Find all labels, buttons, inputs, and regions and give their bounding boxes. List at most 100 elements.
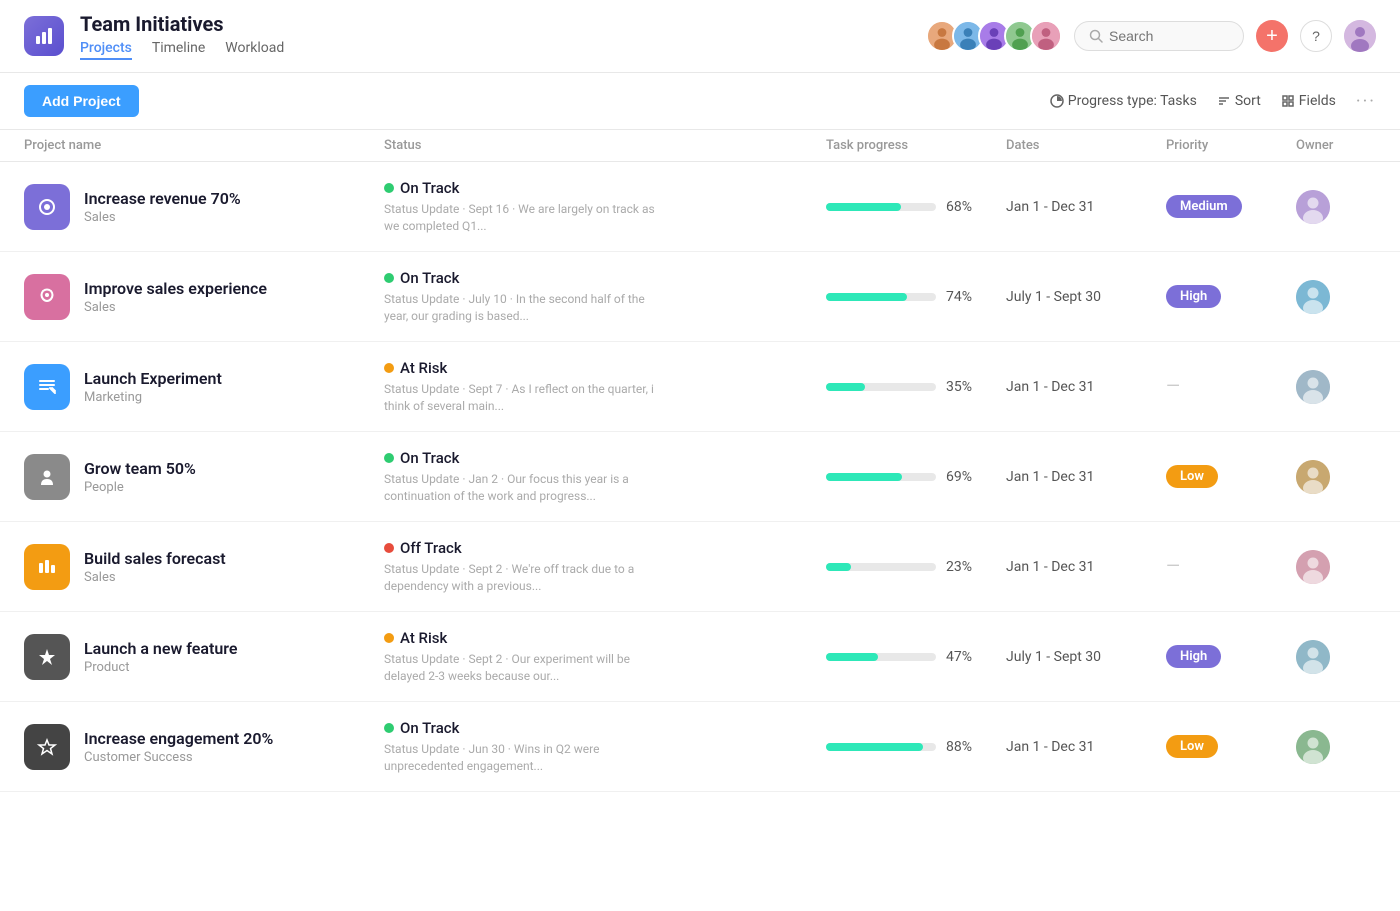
status-update: Status Update · July 10 · In the second … [384, 291, 664, 325]
progress-percent: 88% [946, 739, 980, 755]
table-row[interactable]: Grow team 50% People On Track Status Upd… [0, 432, 1400, 522]
project-icon [24, 184, 70, 230]
dates-cell: Jan 1 - Dec 31 [1006, 559, 1166, 575]
progress-percent: 74% [946, 289, 980, 305]
project-icon [24, 274, 70, 320]
priority-none: — [1166, 556, 1180, 577]
nav-workload[interactable]: Workload [225, 40, 284, 60]
progress-percent: 35% [946, 379, 980, 395]
owner-avatar[interactable] [1296, 280, 1330, 314]
progress-type-control[interactable]: Progress type: Tasks [1050, 93, 1197, 109]
owner-cell [1296, 280, 1376, 314]
progress-percent: 68% [946, 199, 980, 215]
search-input[interactable] [1109, 28, 1229, 44]
project-info: Improve sales experience Sales [84, 279, 267, 315]
dates-cell: Jan 1 - Dec 31 [1006, 379, 1166, 395]
priority-badge: Low [1166, 735, 1218, 758]
add-button[interactable]: + [1256, 20, 1288, 52]
status-dot [384, 183, 394, 193]
add-project-button[interactable]: Add Project [24, 85, 139, 117]
project-team: Product [84, 660, 238, 675]
dates-cell: July 1 - Sept 30 [1006, 649, 1166, 665]
status-update: Status Update · Sept 2 · Our experiment … [384, 651, 664, 685]
table-row[interactable]: Increase revenue 70% Sales On Track Stat… [0, 162, 1400, 252]
progress-cell: 35% [826, 379, 1006, 395]
status-cell: On Track Status Update · Sept 16 · We ar… [384, 179, 826, 235]
header-title-area: Team Initiatives Projects Timeline Workl… [80, 12, 910, 60]
progress-cell: 68% [826, 199, 1006, 215]
dates-cell: Jan 1 - Dec 31 [1006, 199, 1166, 215]
project-team: People [84, 480, 196, 495]
project-info: Increase revenue 70% Sales [84, 189, 241, 225]
priority-cell: Low [1166, 735, 1296, 758]
help-button[interactable]: ? [1300, 20, 1332, 52]
header: Team Initiatives Projects Timeline Workl… [0, 0, 1400, 73]
col-project-name: Project name [24, 138, 384, 153]
status-cell: On Track Status Update · Jan 2 · Our foc… [384, 449, 826, 505]
progress-bar-bg [826, 743, 936, 751]
project-team: Sales [84, 570, 226, 585]
progress-bar-fill [826, 293, 907, 301]
avatar[interactable] [1030, 20, 1062, 52]
progress-bar-bg [826, 563, 936, 571]
status-cell: Off Track Status Update · Sept 2 · We're… [384, 539, 826, 595]
owner-avatar[interactable] [1296, 370, 1330, 404]
status-label: On Track [384, 719, 826, 737]
col-owner: Owner [1296, 138, 1376, 153]
project-icon [24, 724, 70, 770]
status-label: Off Track [384, 539, 826, 557]
progress-bar-fill [826, 383, 865, 391]
project-name: Launch Experiment [84, 369, 222, 388]
owner-avatar[interactable] [1296, 550, 1330, 584]
status-update: Status Update · Jun 30 · Wins in Q2 were… [384, 741, 664, 775]
owner-avatar[interactable] [1296, 460, 1330, 494]
project-info: Launch Experiment Marketing [84, 369, 222, 405]
status-dot [384, 633, 394, 643]
table-row[interactable]: Launch a new feature Product At Risk Sta… [0, 612, 1400, 702]
sort-control[interactable]: Sort [1217, 93, 1261, 109]
fields-control[interactable]: Fields [1281, 93, 1336, 109]
header-nav: Projects Timeline Workload [80, 40, 910, 60]
status-label: On Track [384, 269, 826, 287]
owner-avatar[interactable] [1296, 730, 1330, 764]
user-avatar[interactable] [1344, 20, 1376, 52]
progress-type-icon [1050, 94, 1064, 108]
progress-bar-bg [826, 473, 936, 481]
search-bar[interactable] [1074, 21, 1244, 51]
more-options-button[interactable]: ··· [1356, 91, 1376, 112]
project-name: Build sales forecast [84, 549, 226, 568]
table-row[interactable]: Increase engagement 20% Customer Success… [0, 702, 1400, 792]
priority-cell: — [1166, 556, 1296, 577]
project-cell: Grow team 50% People [24, 454, 384, 500]
table-row[interactable]: Build sales forecast Sales Off Track Sta… [0, 522, 1400, 612]
status-dot [384, 363, 394, 373]
nav-timeline[interactable]: Timeline [152, 40, 205, 60]
table-row[interactable]: Launch Experiment Marketing At Risk Stat… [0, 342, 1400, 432]
project-name: Increase revenue 70% [84, 189, 241, 208]
col-task-progress: Task progress [826, 138, 1006, 153]
sort-icon [1217, 94, 1231, 108]
progress-percent: 23% [946, 559, 980, 575]
priority-none: — [1166, 376, 1180, 397]
project-team: Marketing [84, 390, 222, 405]
progress-bar-fill [826, 473, 902, 481]
owner-avatar[interactable] [1296, 640, 1330, 674]
table-row[interactable]: Improve sales experience Sales On Track … [0, 252, 1400, 342]
progress-bar-bg [826, 293, 936, 301]
status-dot [384, 723, 394, 733]
progress-bar-bg [826, 203, 936, 211]
nav-projects[interactable]: Projects [80, 40, 132, 60]
owner-cell [1296, 370, 1376, 404]
project-icon [24, 454, 70, 500]
app-icon [24, 16, 64, 56]
progress-bar-fill [826, 563, 851, 571]
owner-avatar[interactable] [1296, 190, 1330, 224]
table-header: Project name Status Task progress Dates … [0, 130, 1400, 162]
progress-bar-bg [826, 653, 936, 661]
project-name: Grow team 50% [84, 459, 196, 478]
progress-percent: 69% [946, 469, 980, 485]
progress-percent: 47% [946, 649, 980, 665]
progress-bar-bg [826, 383, 936, 391]
progress-cell: 74% [826, 289, 1006, 305]
dates-cell: Jan 1 - Dec 31 [1006, 469, 1166, 485]
